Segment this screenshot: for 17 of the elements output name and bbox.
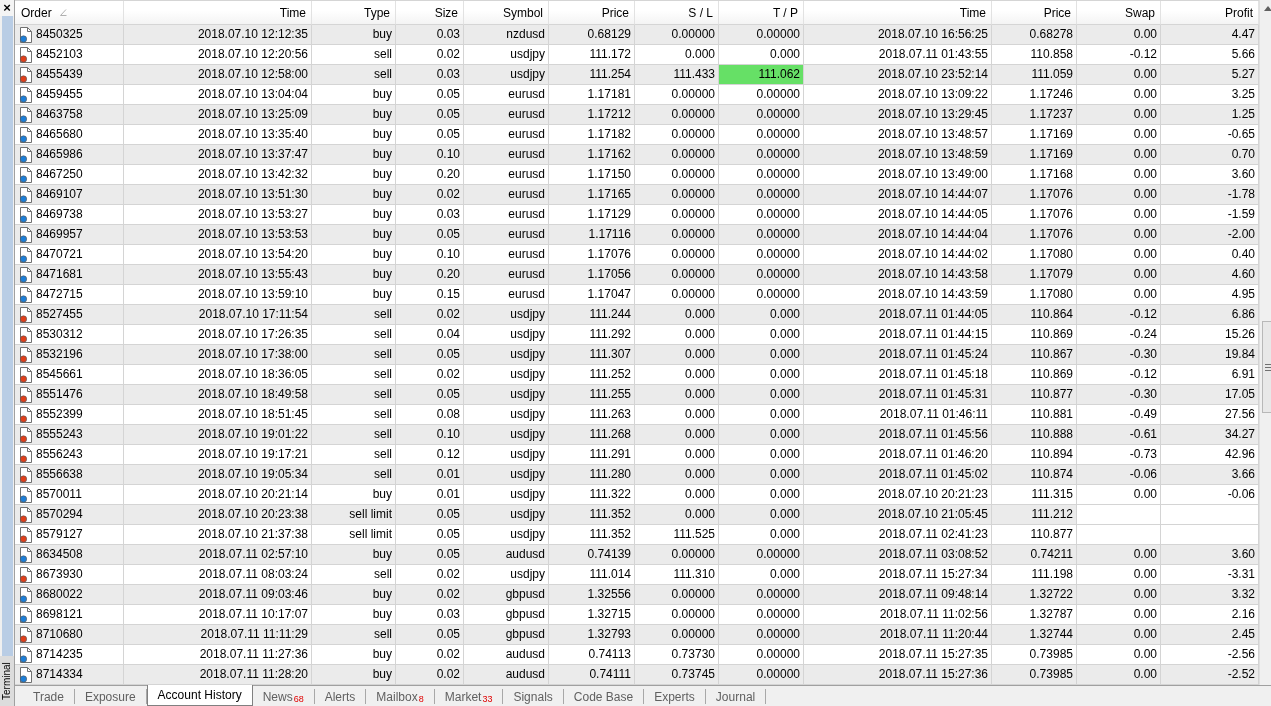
- tab[interactable]: Experts: [644, 689, 706, 704]
- tab[interactable]: Market33: [434, 689, 504, 704]
- scrollbar[interactable]: [1259, 0, 1271, 685]
- tab[interactable]: Code Base: [563, 689, 645, 704]
- tab[interactable]: Signals: [503, 689, 564, 704]
- scroll-up-icon[interactable]: [1263, 6, 1271, 11]
- tab[interactable]: Exposure: [74, 689, 147, 704]
- close-button[interactable]: ×: [0, 0, 14, 16]
- tab[interactable]: News68: [252, 689, 315, 704]
- tab[interactable]: Mailbox8: [366, 689, 435, 704]
- tab[interactable]: Trade: [23, 689, 75, 704]
- tab[interactable]: Alerts: [314, 689, 367, 704]
- tab[interactable]: Journal: [705, 689, 767, 704]
- panel-title: Terminal: [0, 656, 14, 706]
- scrollbar-thumb[interactable]: [1262, 321, 1271, 413]
- tab[interactable]: Account History: [146, 685, 253, 706]
- table-cell: 111.062: [719, 65, 804, 85]
